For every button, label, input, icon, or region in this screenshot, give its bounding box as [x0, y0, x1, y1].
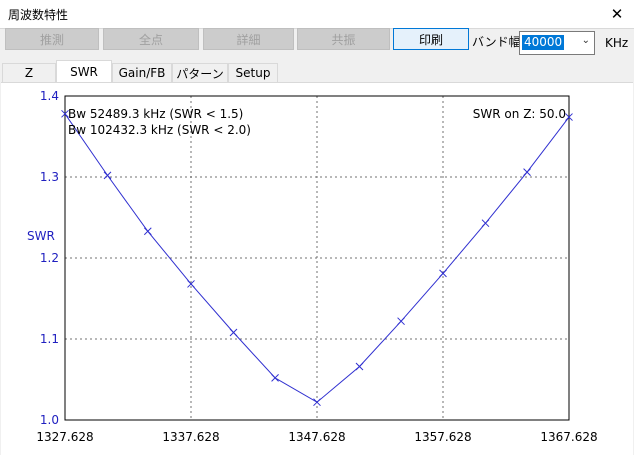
bandwidth-annotation-2: Bw 102432.3 kHz (SWR < 2.0): [68, 123, 251, 137]
swr-on-z-annotation: SWR on Z: 50.0: [473, 107, 566, 121]
data-point-marker: [229, 328, 238, 337]
data-point-marker: [481, 219, 490, 228]
bandwidth-annotation-1: Bw 52489.3 kHz (SWR < 1.5): [68, 107, 243, 121]
x-tick-label: 1327.628: [36, 430, 93, 444]
data-point-marker: [103, 171, 112, 180]
y-axis-label: SWR: [27, 229, 55, 243]
swr-chart: 1.0 1.1 1.2 1.3 1.4 1327.628 1337.628 1347.628…: [27, 89, 598, 444]
x-tick-label: 1337.628: [162, 430, 219, 444]
x-tick-label: 1367.628: [540, 430, 597, 444]
data-point-marker: [143, 227, 152, 236]
y-tick-label: 1.0: [40, 413, 59, 427]
y-tick-label: 1.2: [40, 251, 59, 265]
y-tick-label: 1.4: [40, 89, 59, 103]
y-tick-label: 1.3: [40, 170, 59, 184]
y-tick-label: 1.1: [40, 332, 59, 346]
data-point-marker: [313, 398, 321, 407]
x-tick-label: 1357.628: [414, 430, 471, 444]
data-point-marker: [271, 374, 279, 382]
data-point-marker: [355, 362, 364, 371]
x-tick-label: 1347.628: [288, 430, 345, 444]
data-point-marker: [439, 269, 447, 278]
data-point-marker: [397, 317, 405, 326]
data-point-marker: [523, 168, 531, 176]
